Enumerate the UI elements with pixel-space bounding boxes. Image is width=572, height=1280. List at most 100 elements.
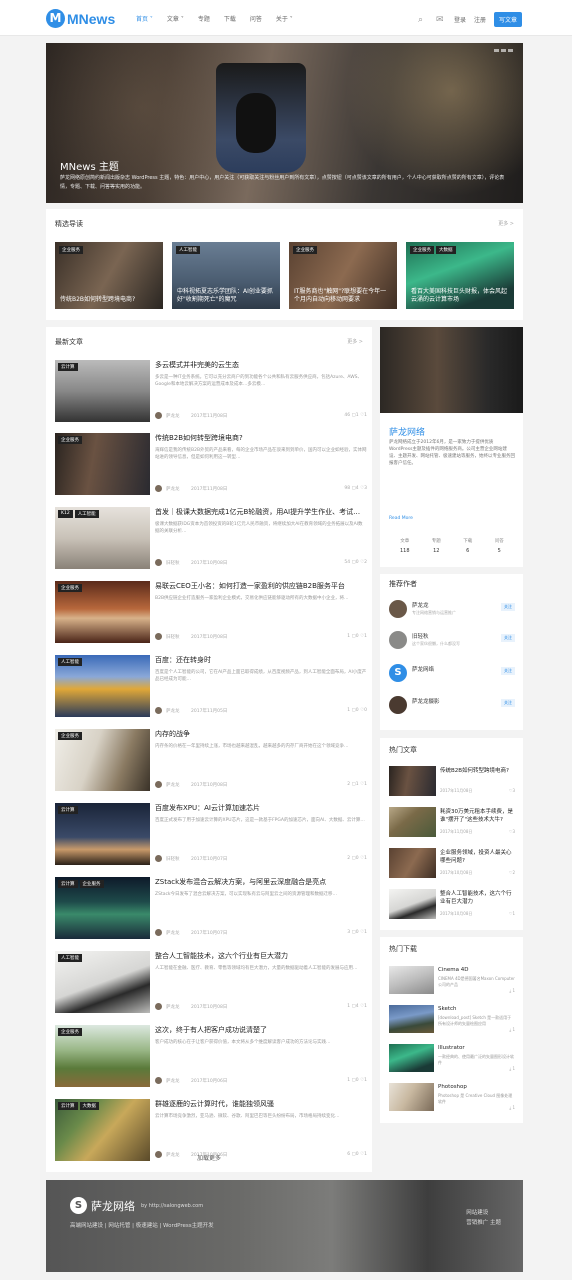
- article-title[interactable]: 传统B2B如何转型跨境电商?: [440, 767, 515, 775]
- article-item[interactable]: 企业服务 这次，终于有人把客户成功说清楚了 客户成功的核心在于让客户获得价值，本…: [55, 1025, 368, 1087]
- author-item[interactable]: S 萨龙网络 关注: [389, 662, 515, 684]
- avatar[interactable]: [389, 600, 407, 618]
- author-name[interactable]: 萨龙龙: [166, 1078, 180, 1084]
- read-more-link[interactable]: Read More: [389, 516, 413, 521]
- author-name[interactable]: 旧轻秋: [166, 634, 180, 640]
- article-thumbnail[interactable]: [389, 807, 436, 837]
- featured-title[interactable]: 传统B2B如何转型跨境电商?: [60, 296, 158, 304]
- profile-name[interactable]: 萨龙网络: [389, 425, 425, 438]
- download-thumbnail[interactable]: [389, 1044, 434, 1072]
- footer-url[interactable]: by http://salongweb.com: [141, 1203, 203, 1209]
- follow-button[interactable]: 关注: [501, 699, 515, 707]
- category-tag[interactable]: 人工智能: [74, 510, 99, 518]
- nav-qa[interactable]: 问答: [250, 14, 262, 23]
- download-thumbnail[interactable]: [389, 1005, 434, 1033]
- author-name[interactable]: 萨龙龙: [412, 601, 429, 609]
- stat-qa[interactable]: 问答 5: [484, 538, 516, 554]
- hero-slider[interactable]: MNews 主题 萨龙网络原创简约新闻出版杂志 WordPress 主题，特色：…: [46, 43, 523, 203]
- download-title[interactable]: Sketch: [438, 1006, 457, 1012]
- load-more-button[interactable]: 加载更多: [46, 1153, 372, 1162]
- download-thumbnail[interactable]: [389, 1083, 434, 1111]
- download-thumbnail[interactable]: [389, 966, 434, 994]
- category-tag[interactable]: K12: [58, 510, 73, 518]
- avatar[interactable]: [155, 559, 162, 566]
- featured-card[interactable]: 企业服务 传统B2B如何转型跨境电商?: [55, 242, 163, 309]
- article-item[interactable]: 企业服务 易联云CEO王小名：如何打造一家盈利的供应链B2B服务平台 B2B供应…: [55, 581, 368, 643]
- avatar[interactable]: [155, 855, 162, 862]
- avatar[interactable]: [155, 633, 162, 640]
- category-tag[interactable]: 人工智能: [58, 954, 82, 962]
- category-tag[interactable]: 大数据: [79, 1102, 99, 1110]
- hot-article-item[interactable]: 传统B2B如何转型跨境电商? 2017年11月08日 ♡3: [389, 766, 515, 796]
- nav-topics[interactable]: 专题: [198, 14, 210, 23]
- author-name[interactable]: 萨龙龙: [166, 782, 180, 788]
- article-item[interactable]: 云计算 企业服务 ZStack发布混合云解决方案，与阿里云深度融合是亮点 ZSta…: [55, 877, 368, 939]
- article-thumbnail[interactable]: 企业服务: [55, 433, 150, 495]
- article-title[interactable]: 群雄逐鹿的云计算时代，谁能独领风骚: [155, 1099, 367, 1109]
- download-title[interactable]: Cinema 4D: [438, 967, 468, 973]
- stat-topics[interactable]: 专题 12: [421, 538, 453, 554]
- category-tag[interactable]: 企业服务: [58, 436, 82, 444]
- author-item[interactable]: 萨龙龙 专注网络营销与运营推广 关注: [389, 598, 515, 620]
- author-name[interactable]: 萨龙龙摄影: [412, 697, 440, 705]
- category-tag[interactable]: 企业服务: [58, 1028, 82, 1036]
- category-tag[interactable]: 云计算: [58, 363, 78, 371]
- article-item[interactable]: 人工智能 百度：还在转身时 百度是个人工智能的公司，它在AI产品上面已取得成绩，…: [55, 655, 368, 717]
- featured-title[interactable]: 看百大美国科技巨头财报，体会风起云涌的云计算市场: [411, 288, 509, 304]
- featured-title[interactable]: IT服务商也"触网"?联想要在今年一个月内自动向移动网要求: [294, 288, 392, 304]
- article-title[interactable]: 企业服务领域，投资人最关心哪些问题?: [440, 849, 515, 865]
- article-thumbnail[interactable]: 云计算: [55, 803, 150, 865]
- category-tag[interactable]: 企业服务: [59, 246, 83, 254]
- category-tag[interactable]: 大数据: [436, 246, 456, 254]
- article-thumbnail[interactable]: [389, 848, 436, 878]
- article-thumbnail[interactable]: [389, 889, 436, 919]
- avatar[interactable]: S: [389, 664, 407, 682]
- download-item[interactable]: Cinema 4D CINEMA 4D是德国著名Maxon Computer公司…: [389, 966, 515, 994]
- hero-title[interactable]: MNews 主题: [60, 158, 119, 173]
- article-title[interactable]: 整合人工智能技术，这六个行业有巨大潜力: [440, 890, 515, 906]
- article-thumbnail[interactable]: [389, 766, 436, 796]
- category-tag[interactable]: 人工智能: [58, 658, 82, 666]
- category-tag[interactable]: 企业服务: [58, 732, 82, 740]
- author-name[interactable]: 萨龙龙: [166, 708, 180, 714]
- download-title[interactable]: Photoshop: [438, 1084, 467, 1090]
- author-name[interactable]: 萨龙龙: [166, 1004, 180, 1010]
- article-item[interactable]: 云计算 百度发布XPU：AI云计算加速芯片 百度正式发布了用于加速云计算的XPU…: [55, 803, 368, 865]
- author-name[interactable]: 萨龙龙: [166, 930, 180, 936]
- featured-card[interactable]: 企业服务 大数据 看百大美国科技巨头财报，体会风起云涌的云计算市场: [406, 242, 514, 309]
- category-tag[interactable]: 企业服务: [293, 246, 317, 254]
- category-tag[interactable]: 企业服务: [58, 584, 82, 592]
- avatar[interactable]: [155, 412, 162, 419]
- article-thumbnail[interactable]: 云计算 企业服务: [55, 877, 150, 939]
- follow-button[interactable]: 关注: [501, 634, 515, 642]
- category-tag[interactable]: 企业服务: [79, 880, 104, 888]
- article-title[interactable]: 整合人工智能技术，这六个行业有巨大潜力: [155, 951, 367, 961]
- avatar[interactable]: [155, 1003, 162, 1010]
- article-title[interactable]: ZStack发布混合云解决方案，与阿里云深度融合是亮点: [155, 877, 367, 887]
- stat-downloads[interactable]: 下载 6: [452, 538, 484, 554]
- search-icon[interactable]: ⌕: [418, 15, 428, 25]
- featured-card[interactable]: 企业服务 IT服务商也"触网"?联想要在今年一个月内自动向移动网要求: [289, 242, 397, 309]
- article-title[interactable]: 这次，终于有人把客户成功说清楚了: [155, 1025, 367, 1035]
- register-link[interactable]: 注册: [474, 15, 486, 24]
- category-tag[interactable]: 云计算: [58, 880, 78, 888]
- download-title[interactable]: Illustrator: [438, 1045, 465, 1051]
- article-title[interactable]: 首发｜极课大数据完成1亿元B轮融资，用AI提升学生作业、考试…: [155, 507, 367, 517]
- nav-about[interactable]: 关于 ˅: [276, 14, 293, 23]
- more-link[interactable]: 更多 >: [347, 338, 363, 345]
- author-name[interactable]: 萨龙龙: [166, 486, 180, 492]
- site-logo[interactable]: M MNews: [46, 9, 115, 28]
- hot-article-item[interactable]: 整合人工智能技术，这六个行业有巨大潜力 2017年10月08日 ♡1: [389, 889, 515, 919]
- footer-links[interactable]: 高端网站建设 | 网站托管 | 极速建站 | WordPress主题开发: [70, 1221, 214, 1229]
- article-thumbnail[interactable]: 企业服务: [55, 1025, 150, 1087]
- avatar[interactable]: [155, 485, 162, 492]
- article-thumbnail[interactable]: 云计算: [55, 360, 150, 422]
- category-tag[interactable]: 云计算: [58, 1102, 78, 1110]
- article-thumbnail[interactable]: K12 人工智能: [55, 507, 150, 569]
- nav-home[interactable]: 首页 ˅: [136, 14, 153, 23]
- author-name[interactable]: 萨龙网络: [412, 665, 434, 673]
- author-name[interactable]: 旧轻秋: [166, 856, 180, 862]
- avatar[interactable]: [389, 631, 407, 649]
- footer-logo[interactable]: S 萨龙网络 by http://salongweb.com: [70, 1197, 203, 1214]
- avatar[interactable]: [155, 707, 162, 714]
